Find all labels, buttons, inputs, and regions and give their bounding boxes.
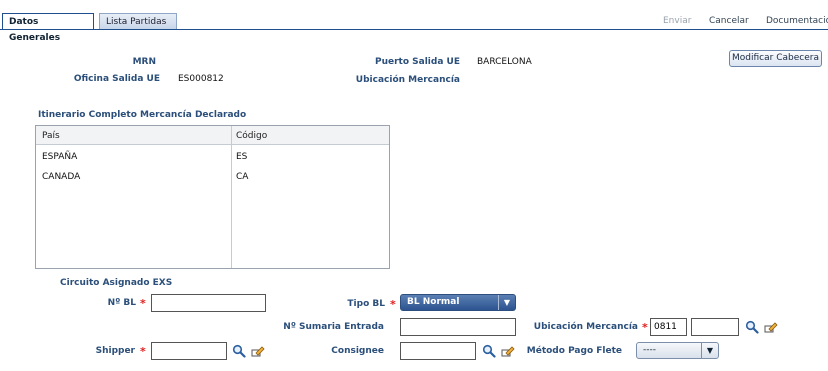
required-mark: * bbox=[642, 321, 648, 334]
column-divider bbox=[231, 126, 232, 268]
tab-underline bbox=[0, 29, 828, 30]
circuito-title: Circuito Asignado EXS bbox=[60, 278, 173, 288]
consignee-input[interactable] bbox=[400, 342, 476, 360]
required-mark: * bbox=[140, 345, 146, 358]
ubicacion-mercancia-label: Ubicación Mercancía bbox=[355, 75, 460, 85]
shipper-input[interactable] bbox=[151, 342, 227, 360]
consignee-label: Consignee bbox=[331, 346, 384, 356]
modificar-cabecera-button[interactable]: Modificar Cabecera bbox=[729, 50, 822, 67]
tipo-bl-value: BL Normal bbox=[407, 297, 460, 307]
itinerario-table bbox=[35, 125, 390, 269]
metodo-pago-label: Método Pago Flete bbox=[526, 346, 622, 356]
enviar-link[interactable]: Enviar bbox=[663, 16, 691, 26]
tipo-bl-label: Tipo BL bbox=[347, 299, 385, 309]
nbl-label: Nº BL bbox=[107, 298, 136, 308]
itinerario-table-header bbox=[36, 126, 389, 145]
table-row-pais[interactable]: CANADA bbox=[42, 172, 80, 182]
tab-datos-generales[interactable]: Datos Generales bbox=[2, 13, 94, 43]
sumaria-label: Nº Sumaria Entrada bbox=[283, 322, 384, 332]
itinerario-title: Itinerario Completo Mercancía Declarado bbox=[38, 110, 247, 120]
cancelar-link[interactable]: Cancelar bbox=[709, 16, 749, 26]
sumaria-input[interactable] bbox=[400, 318, 516, 336]
edit-icon[interactable] bbox=[501, 344, 515, 358]
shipper-label: Shipper bbox=[95, 346, 135, 356]
required-mark: * bbox=[390, 298, 396, 311]
documentacion-link[interactable]: Documentación bbox=[766, 16, 828, 26]
search-icon[interactable] bbox=[482, 344, 496, 358]
search-icon[interactable] bbox=[745, 320, 759, 334]
metodo-pago-value: ---- bbox=[643, 345, 656, 355]
puerto-salida-value: BARCELONA bbox=[477, 57, 532, 67]
column-header-pais[interactable]: País bbox=[42, 131, 60, 141]
tipo-bl-select[interactable]: BL Normal ▼ bbox=[400, 294, 516, 311]
table-row-pais[interactable]: ESPAÑA bbox=[42, 152, 77, 162]
chevron-down-icon: ▼ bbox=[498, 295, 515, 310]
tab-lista-partidas[interactable]: Lista Partidas bbox=[99, 13, 177, 29]
required-mark: * bbox=[140, 297, 146, 310]
oficina-salida-label: Oficina Salida UE bbox=[73, 74, 160, 84]
nbl-input[interactable] bbox=[151, 294, 266, 312]
table-row-codigo[interactable]: ES bbox=[236, 152, 247, 162]
edit-icon[interactable] bbox=[251, 344, 265, 358]
oficina-salida-value: ES000812 bbox=[178, 74, 224, 84]
puerto-salida-label: Puerto Salida UE bbox=[375, 57, 460, 67]
ubicacion-label: Ubicación Mercancía bbox=[533, 322, 638, 332]
chevron-down-icon: ▼ bbox=[701, 343, 718, 358]
column-header-codigo[interactable]: Código bbox=[236, 131, 267, 141]
table-row-codigo[interactable]: CA bbox=[236, 172, 248, 182]
edit-icon[interactable] bbox=[764, 320, 778, 334]
ubicacion-desc-input[interactable] bbox=[691, 318, 739, 336]
mrn-label: MRN bbox=[132, 57, 156, 67]
ubicacion-code-input[interactable] bbox=[650, 318, 687, 336]
search-icon[interactable] bbox=[232, 344, 246, 358]
metodo-pago-select[interactable]: ---- ▼ bbox=[636, 342, 719, 359]
